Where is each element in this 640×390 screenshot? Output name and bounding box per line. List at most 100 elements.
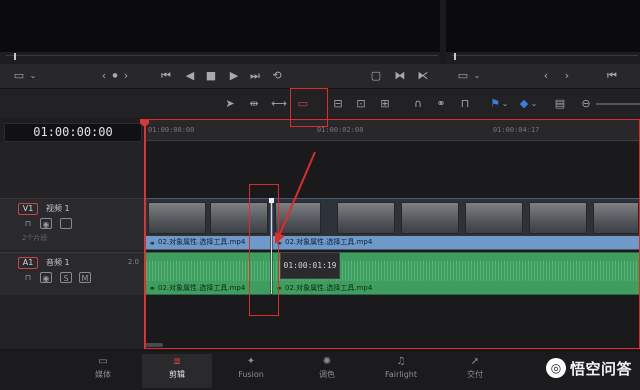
solo-button[interactable]: S	[60, 272, 72, 283]
skip-back-icon[interactable]: ⏮	[158, 68, 174, 84]
timeline-ruler[interactable]: 01:00:00:00 01:00:02:08 01:00:04:17	[145, 119, 640, 141]
chevron-left-icon[interactable]: ‹	[98, 68, 110, 84]
clip-thumbnail	[593, 202, 639, 234]
video-track: 02.对象属性.选择工具.mp4 ⚭ 02.对象属性.选择工具.mp4 ⚭	[145, 198, 640, 250]
audio-waveform	[146, 261, 270, 281]
chevron-down-icon[interactable]: ⌄	[472, 68, 482, 84]
dynamic-trim-icon[interactable]: ⟷	[271, 96, 287, 112]
clip-thumbnail	[148, 202, 206, 234]
blade-icon[interactable]: ▭	[295, 96, 311, 112]
lock-icon[interactable]: ⊓	[22, 272, 34, 283]
lock-icon[interactable]: ⊓	[22, 218, 34, 229]
snapping-icon[interactable]: ∩	[410, 96, 426, 112]
zoom-slider[interactable]	[596, 103, 640, 105]
play-icon[interactable]: ▶	[226, 68, 242, 84]
audio-track-header[interactable]: A1 音频 1 2.0 ⊓ ◉ S M	[0, 252, 145, 295]
link-icon: ⚭	[276, 239, 283, 248]
chevron-down-icon[interactable]: ⌄	[529, 96, 539, 112]
program-scrub-head[interactable]	[454, 53, 456, 60]
clip-thumbnail	[275, 202, 321, 234]
skip-back-icon[interactable]: ⏮	[604, 68, 620, 84]
trim-icon[interactable]: ⇹	[246, 96, 262, 112]
zoom-out-icon[interactable]: ⊖	[578, 96, 594, 112]
video-track-header[interactable]: V1 视频 1 ⊓ ◉ 2个片段	[0, 198, 145, 250]
chevron-right-icon[interactable]: ›	[561, 68, 573, 84]
insert-icon[interactable]: ⊟	[330, 96, 346, 112]
play-reverse-icon[interactable]: ●	[110, 68, 120, 84]
play-reverse-icon[interactable]: ◀	[182, 68, 198, 84]
monitor-icon[interactable]	[60, 218, 72, 229]
program-scrubber[interactable]	[452, 53, 638, 60]
selection-icon[interactable]: ➤	[222, 96, 238, 112]
chevron-left-icon[interactable]: ‹	[540, 68, 552, 84]
timeline-area[interactable]: 02.对象属性.选择工具.mp4 ⚭ 02.对象属性.选择工具.mp4 ⚭ 02…	[145, 142, 640, 348]
watermark-text: 悟空问答	[569, 359, 632, 378]
track-name[interactable]: 音频 1	[46, 257, 70, 268]
track-gain: 2.0	[127, 258, 139, 266]
clip-icon[interactable]: ▢	[368, 68, 384, 84]
clip-thumbnail	[465, 202, 523, 234]
blade-cut-line	[271, 200, 272, 294]
source-scrub-head[interactable]	[14, 53, 16, 60]
mark-in-icon[interactable]: ⧓	[393, 68, 407, 84]
clip-label: 02.对象属性.选择工具.mp4	[158, 284, 246, 292]
chevron-right-icon[interactable]: ›	[120, 68, 132, 84]
page-label: 剪辑	[169, 370, 185, 379]
linked-selection-icon[interactable]: ⚭	[433, 96, 449, 112]
clip-label: 02.对象属性.选择工具.mp4	[285, 284, 373, 292]
track-headers: V1 视频 1 ⊓ ◉ 2个片段 A1 音频 1 2.0 ⊓ ◉ S M	[0, 142, 145, 348]
track-name[interactable]: 视频 1	[46, 203, 70, 214]
replace-icon[interactable]: ⊞	[377, 96, 393, 112]
loop-icon[interactable]: ⟲	[269, 68, 285, 84]
clip-label: 02.对象属性.选择工具.mp4	[146, 236, 270, 249]
page-label: Fairlight	[384, 370, 417, 379]
lock-icon[interactable]: ⊓	[457, 96, 473, 112]
chevron-down-icon[interactable]: ⌄	[28, 68, 38, 84]
skip-forward-icon[interactable]: ⏭	[247, 68, 263, 84]
source-viewer	[0, 0, 440, 52]
page-navigation: ▭ 媒体 ⧈ 剪辑 ✦ Fusion ✺ 调色 ♫ Fairlight ➚ 交付	[0, 350, 640, 390]
transport-bar: ▭ ⌄ ‹ ● › ⏮ ◀ ■ ▶ ⏭ ⟲ ▢ ⧓ ⧔ ▭ ⌄ ‹ › ⏮	[0, 64, 640, 88]
mute-button[interactable]: M	[79, 272, 91, 283]
page-media[interactable]: ▭ 媒体	[68, 354, 138, 388]
page-label: 媒体	[95, 370, 111, 379]
monitor-icon[interactable]: ▭	[456, 68, 470, 84]
waveform-view-icon[interactable]: ▤	[550, 96, 570, 112]
video-clip-left[interactable]: 02.对象属性.选择工具.mp4 ⚭	[145, 198, 271, 250]
page-deliver[interactable]: ➚ 交付	[440, 354, 510, 388]
track-id-a1[interactable]: A1	[18, 257, 38, 269]
blade-cut-handle	[269, 198, 274, 203]
clip-thumbnail	[337, 202, 395, 234]
chevron-down-icon[interactable]: ⌄	[500, 96, 510, 112]
clip-thumbnail	[210, 202, 268, 234]
video-clip-right[interactable]: 02.对象属性.选择工具.mp4 ⚭	[272, 198, 640, 250]
clip-thumbnail	[529, 202, 587, 234]
timeline-timecode[interactable]: 01:00:00:00	[4, 123, 142, 142]
overwrite-icon[interactable]: ⊡	[353, 96, 369, 112]
clip-thumbnail	[401, 202, 459, 234]
mark-out-icon[interactable]: ⧔	[416, 68, 430, 84]
page-fairlight[interactable]: ♫ Fairlight	[366, 354, 436, 388]
watermark: ◎ 悟空问答	[545, 356, 632, 380]
link-icon: ⚭	[276, 284, 283, 293]
page-color[interactable]: ✺ 调色	[292, 354, 362, 388]
media-icon: ▭	[98, 356, 108, 367]
audio-clip-left[interactable]: 02.对象属性.选择工具.mp4 ⚭	[145, 252, 271, 295]
source-scrubber[interactable]	[6, 53, 438, 60]
ruler-label: 01:00:00:00	[148, 126, 195, 134]
auto-select-icon[interactable]: ◉	[40, 272, 52, 283]
wukong-logo-icon: ◎	[545, 358, 566, 378]
page-edit[interactable]: ⧈ 剪辑	[142, 354, 212, 388]
clip-label: 02.对象属性.选择工具.mp4	[273, 236, 639, 249]
page-label: 调色	[319, 370, 335, 379]
deliver-icon: ➚	[470, 356, 480, 367]
edit-toolbar: ➤ ⇹ ⟷ ▭ ⊟ ⊡ ⊞ ∩ ⚭ ⊓ ⚑ ⌄ ◆ ⌄ ▤ ⊖	[0, 88, 640, 118]
auto-select-icon[interactable]: ◉	[40, 218, 52, 229]
page-fusion[interactable]: ✦ Fusion	[216, 354, 286, 388]
timeline-scrollbar[interactable]	[145, 343, 163, 347]
playhead[interactable]	[144, 119, 145, 349]
track-id-v1[interactable]: V1	[18, 203, 38, 215]
monitor-icon[interactable]: ▭	[12, 68, 26, 84]
audio-track: 02.对象属性.选择工具.mp4 ⚭ 02.对象属性.选择工具.mp4 ⚭	[145, 252, 640, 295]
stop-icon[interactable]: ■	[203, 68, 219, 84]
